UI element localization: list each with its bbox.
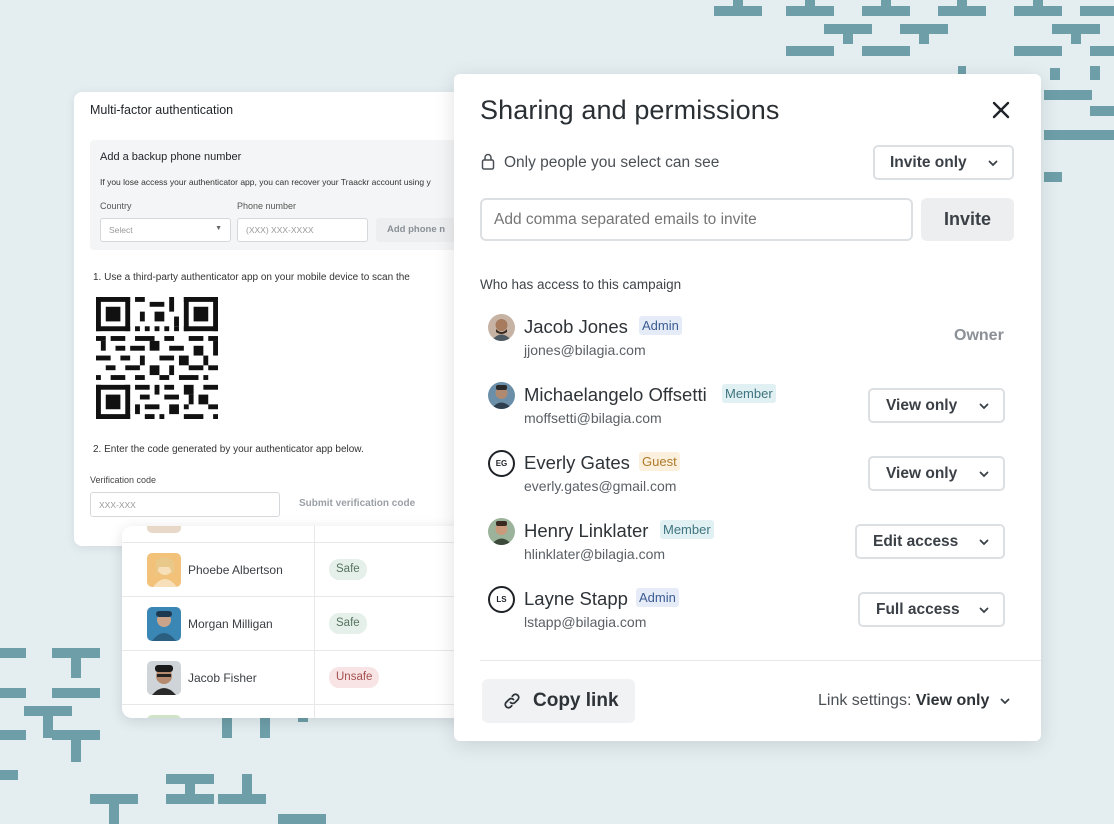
qr-code (96, 297, 218, 419)
role-badge: Member (660, 520, 714, 539)
member-row: EG Everly Gates Guest everly.gates@gmail… (454, 450, 1041, 510)
link-settings-label: Link settings: (818, 692, 912, 709)
member-name: Michaelangelo Offsetti (524, 384, 707, 405)
visibility-dropdown[interactable]: Invite only (873, 145, 1014, 180)
role-badge: Admin (639, 316, 682, 335)
access-heading: Who has access to this campaign (480, 277, 682, 292)
chevron-down-icon (979, 539, 989, 545)
invite-email-input[interactable] (480, 198, 913, 241)
avatar (488, 314, 515, 341)
list-item[interactable]: Jacob Fisher Unsafe (122, 650, 480, 704)
copy-link-label: Copy link (533, 690, 619, 711)
step1-instruction: 1. Use a third-party authenticator app o… (93, 272, 410, 283)
country-label: Country (100, 201, 132, 211)
lock-icon (481, 153, 495, 170)
member-row: Michaelangelo Offsetti Member moffsetti@… (454, 382, 1041, 442)
member-row: Henry Linklater Member hlinklater@bilagi… (454, 518, 1041, 578)
phone-label: Phone number (237, 201, 297, 211)
dialog-title: Sharing and permissions (480, 95, 780, 125)
person-name: Phoebe Albertson (188, 563, 283, 577)
status-badge: Safe (329, 559, 367, 580)
permission-dropdown-label: View only (886, 396, 958, 414)
member-row: Jacob Jones Admin jjones@bilagia.com Own… (454, 314, 1041, 374)
permission-dropdown-label: Edit access (873, 532, 959, 550)
chevron-down-icon (979, 403, 989, 409)
role-badge: Member (722, 384, 776, 403)
phone-input[interactable]: (XXX) XXX-XXXX (237, 218, 368, 242)
list-item[interactable] (122, 526, 480, 542)
permission-dropdown-label: Full access (876, 600, 960, 618)
step2-instruction: 2. Enter the code generated by your auth… (93, 444, 364, 455)
status-badge: Safe (329, 613, 367, 634)
link-icon (504, 693, 520, 709)
avatar (147, 553, 181, 587)
avatar (488, 518, 515, 545)
role-badge: Admin (636, 588, 679, 607)
link-settings-value: View only (915, 692, 990, 709)
avatar (147, 715, 181, 718)
avatar (147, 526, 181, 533)
backup-phone-description: If you lose access your authenticator ap… (100, 177, 431, 187)
avatar (488, 382, 515, 409)
member-row: LS Layne Stapp Admin lstapp@bilagia.com … (454, 586, 1041, 646)
country-select-value: Select (109, 225, 133, 235)
person-name: Jacob Fisher (188, 671, 257, 685)
submit-verification-button[interactable]: Submit verification code (299, 498, 415, 509)
avatar (147, 607, 181, 641)
member-email: jjones@bilagia.com (524, 342, 646, 358)
visibility-text: Only people you select can see (504, 154, 720, 171)
permission-dropdown[interactable]: Full access (858, 592, 1005, 627)
mfa-card: Multi-factor authentication Add a backup… (74, 92, 474, 546)
sharing-permissions-dialog: Sharing and permissions Only people you … (454, 74, 1041, 741)
link-settings-dropdown[interactable]: Link settings: View only (818, 692, 1010, 710)
member-name: Everly Gates (524, 452, 630, 473)
owner-label: Owner (954, 327, 1004, 344)
chevron-down-icon (979, 607, 989, 613)
role-badge: Guest (639, 452, 680, 471)
visibility-dropdown-label: Invite only (890, 153, 967, 171)
verification-code-input[interactable]: XXX-XXX (90, 492, 280, 517)
member-email: moffsetti@bilagia.com (524, 410, 662, 426)
mfa-title: Multi-factor authentication (90, 103, 234, 117)
close-icon[interactable] (989, 98, 1013, 122)
list-item[interactable]: Phoebe Albertson Safe (122, 542, 480, 596)
member-email: lstapp@bilagia.com (524, 614, 647, 630)
avatar-initials: EG (488, 450, 515, 477)
person-name: Morgan Milligan (188, 617, 273, 631)
verification-label: Verification code (90, 475, 157, 485)
backup-phone-section: Add a backup phone number If you lose ac… (90, 140, 474, 250)
country-select[interactable]: Select ▼ (100, 218, 231, 242)
avatar-initials: LS (488, 586, 515, 613)
chevron-down-icon: ▼ (215, 225, 222, 232)
backup-phone-title: Add a backup phone number (100, 151, 242, 163)
footer-divider (480, 660, 1041, 661)
chevron-down-icon (979, 471, 989, 477)
member-email: hlinklater@bilagia.com (524, 546, 666, 562)
member-name: Henry Linklater (524, 520, 649, 541)
people-list-card: Phoebe Albertson Safe Morgan Milligan Sa… (122, 526, 480, 718)
list-item[interactable] (122, 704, 480, 718)
list-item[interactable]: Morgan Milligan Safe (122, 596, 480, 650)
copy-link-button[interactable]: Copy link (482, 679, 635, 723)
invite-button[interactable]: Invite (921, 198, 1014, 241)
chevron-down-icon (1000, 698, 1010, 705)
permission-dropdown[interactable]: Edit access (855, 524, 1005, 559)
member-name: Layne Stapp (524, 588, 628, 609)
permission-dropdown[interactable]: View only (868, 456, 1005, 491)
status-badge: Unsafe (329, 667, 380, 688)
member-email: everly.gates@gmail.com (524, 478, 677, 494)
chevron-down-icon (988, 160, 998, 166)
permission-dropdown-label: View only (886, 464, 958, 482)
avatar (147, 661, 181, 695)
member-name: Jacob Jones (524, 316, 628, 337)
permission-dropdown[interactable]: View only (868, 388, 1005, 423)
